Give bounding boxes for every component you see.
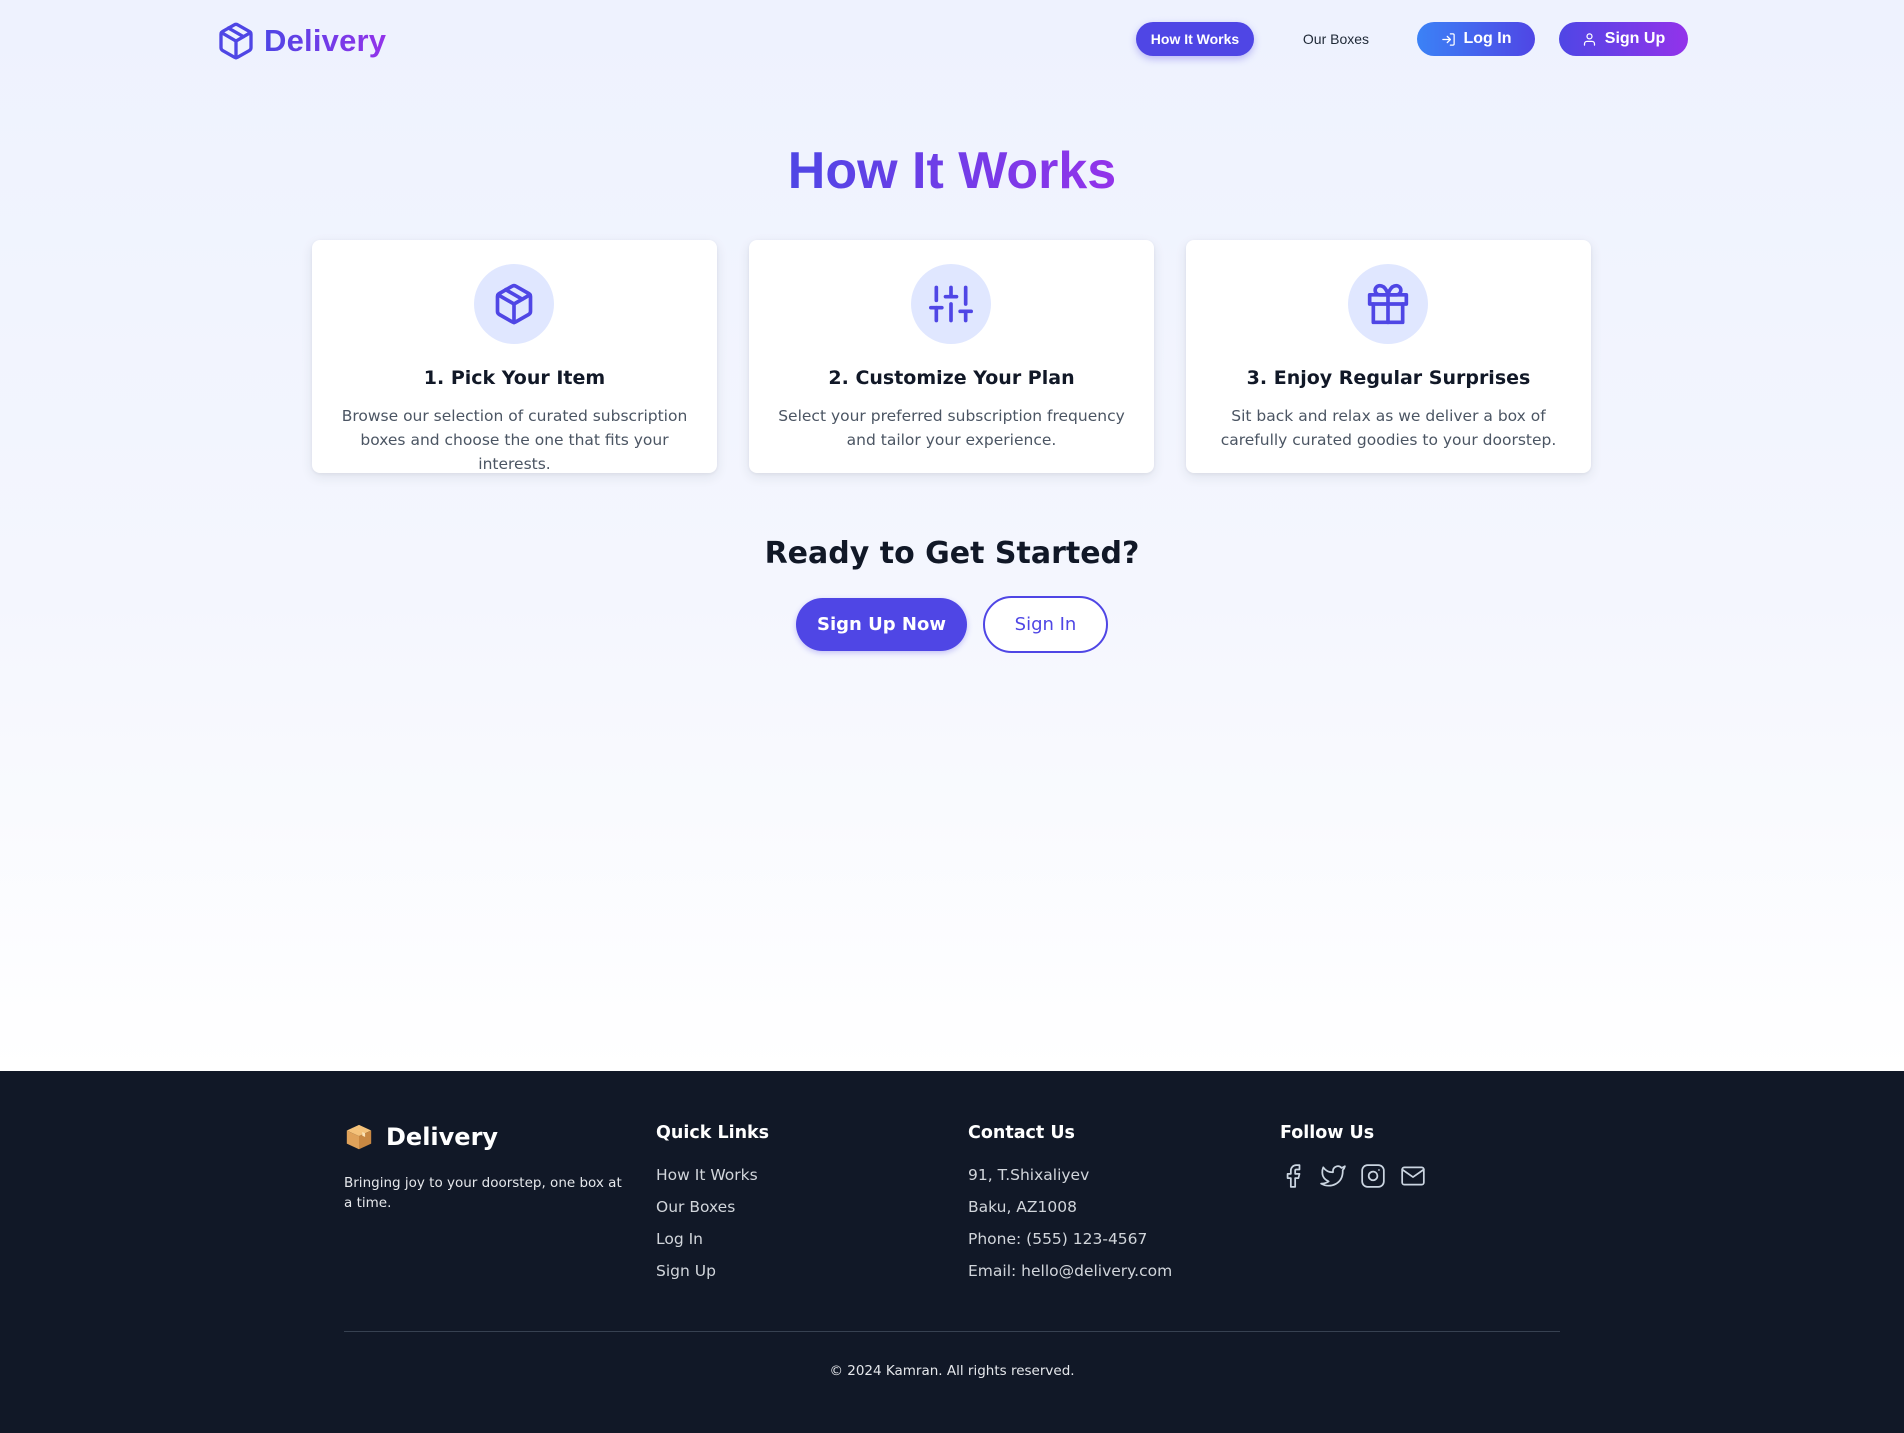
nav-log-in-button[interactable]: Log In [1417,22,1535,56]
follow-heading: Follow Us [1280,1123,1375,1143]
mail-icon[interactable] [1400,1163,1426,1189]
step-card: 1. Pick Your Item Browse our selection o… [312,240,717,473]
page-title-text: How It Works [787,142,1117,200]
quick-links-heading: Quick Links [656,1123,770,1143]
facebook-icon[interactable] [1280,1163,1306,1189]
footer-link-how-it-works[interactable]: How It Works [656,1165,758,1197]
main-nav: How It Works Our Boxes Log In Sign Up [1136,22,1688,56]
log-in-icon [1441,32,1455,46]
step-icon-circle [1348,264,1428,344]
step-icon-circle [474,264,554,344]
social-links [1280,1163,1426,1189]
step-card: 2. Customize Your Plan Select your prefe… [749,240,1154,473]
sliders-icon [929,285,973,323]
site-footer: Delivery Bringing joy to your doorstep, … [0,1071,1904,1433]
step-title: 2. Customize Your Plan [828,367,1075,389]
contact-address-line1: 91, T.Shixaliyev [968,1166,1090,1184]
package-icon [219,22,253,60]
copyright-text: © 2024 Kamran. All rights reserved. [829,1363,1075,1379]
contact-address-line2: Baku, AZ1008 [968,1198,1077,1216]
cta-buttons: Sign Up Now Sign In [0,596,1904,653]
sign-up-now-button[interactable]: Sign Up Now [796,598,967,651]
footer-link-log-in[interactable]: Log In [656,1229,758,1261]
step-description: Browse our selection of curated subscrip… [341,407,688,473]
step-description: Sit back and relax as we deliver a box o… [1220,407,1557,449]
box-emoji-icon [346,1124,372,1150]
package-icon [495,283,533,325]
nav-sign-up-label: Sign Up [1604,30,1666,47]
steps-section: 1. Pick Your Item Browse our selection o… [312,240,1592,473]
user-icon [1583,32,1595,46]
site-header: Delivery How It Works Our Boxes Log In S… [0,0,1904,80]
sign-in-button[interactable]: Sign In [983,596,1108,653]
nav-log-in-label: Log In [1463,30,1512,47]
cta-title: Ready to Get Started? [764,536,1140,571]
footer-brand: Delivery [344,1122,498,1152]
contact-email: Email: hello@delivery.com [968,1262,1173,1280]
brand-logo-link[interactable]: Delivery [216,20,386,62]
nav-our-boxes-button[interactable]: Our Boxes [1276,22,1396,56]
nav-sign-up-button[interactable]: Sign Up [1559,22,1688,56]
footer-brand-name: Delivery [386,1123,499,1151]
step-icon-circle [911,264,991,344]
step-description: Select your preferred subscription frequ… [778,407,1125,449]
instagram-icon[interactable] [1360,1163,1386,1189]
footer-link-sign-up[interactable]: Sign Up [656,1261,758,1293]
nav-how-it-works-button[interactable]: How It Works [1136,22,1254,56]
footer-tagline: Bringing joy to your doorstep, one box a… [344,1175,622,1211]
step-title: 1. Pick Your Item [423,367,606,389]
contact-phone: Phone: (555) 123-4567 [968,1230,1148,1248]
footer-divider [344,1331,1560,1332]
contact-heading: Contact Us [968,1123,1075,1143]
brand-name: Delivery [264,23,387,58]
footer-link-our-boxes[interactable]: Our Boxes [656,1197,758,1229]
step-card: 3. Enjoy Regular Surprises Sit back and … [1186,240,1591,473]
page-title: How It Works [0,140,1904,202]
step-title: 3. Enjoy Regular Surprises [1246,367,1531,389]
gift-icon [1367,283,1409,325]
twitter-icon[interactable] [1320,1163,1346,1189]
